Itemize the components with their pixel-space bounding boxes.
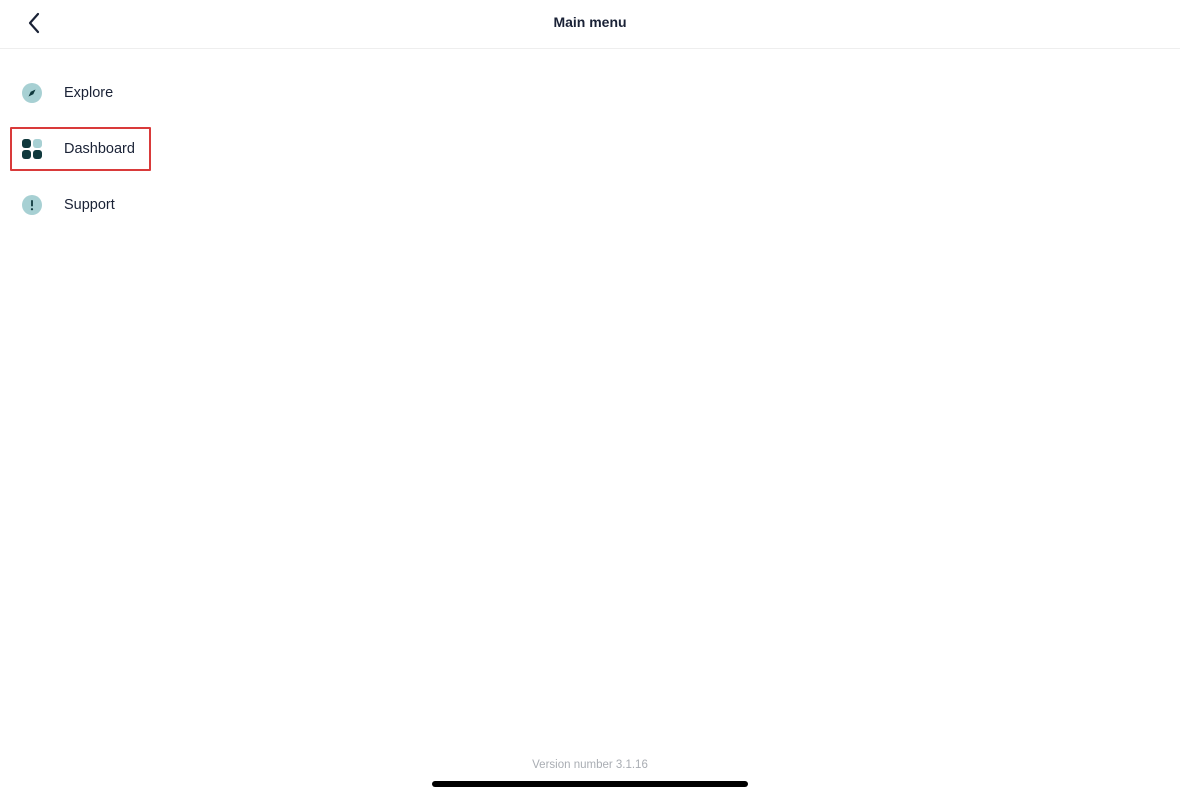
page-title: Main menu [553, 14, 627, 30]
menu-item-support[interactable]: Support [10, 183, 151, 227]
version-number: Version number 3.1.16 [532, 759, 648, 771]
compass-icon [21, 82, 43, 104]
menu-item-label: Dashboard [64, 141, 135, 157]
dashboard-grid-icon [21, 138, 43, 160]
menu-item-label: Support [64, 197, 115, 213]
main-menu-screen: Main menu Explore Dashboard Support Vers… [0, 0, 1180, 795]
menu-item-dashboard[interactable]: Dashboard [10, 127, 151, 171]
menu-item-label: Explore [64, 85, 114, 101]
header-bar: Main menu [0, 0, 1180, 49]
home-indicator[interactable] [432, 781, 748, 787]
menu-item-explore[interactable]: Explore [10, 71, 151, 115]
exclamation-circle-icon [21, 194, 43, 216]
